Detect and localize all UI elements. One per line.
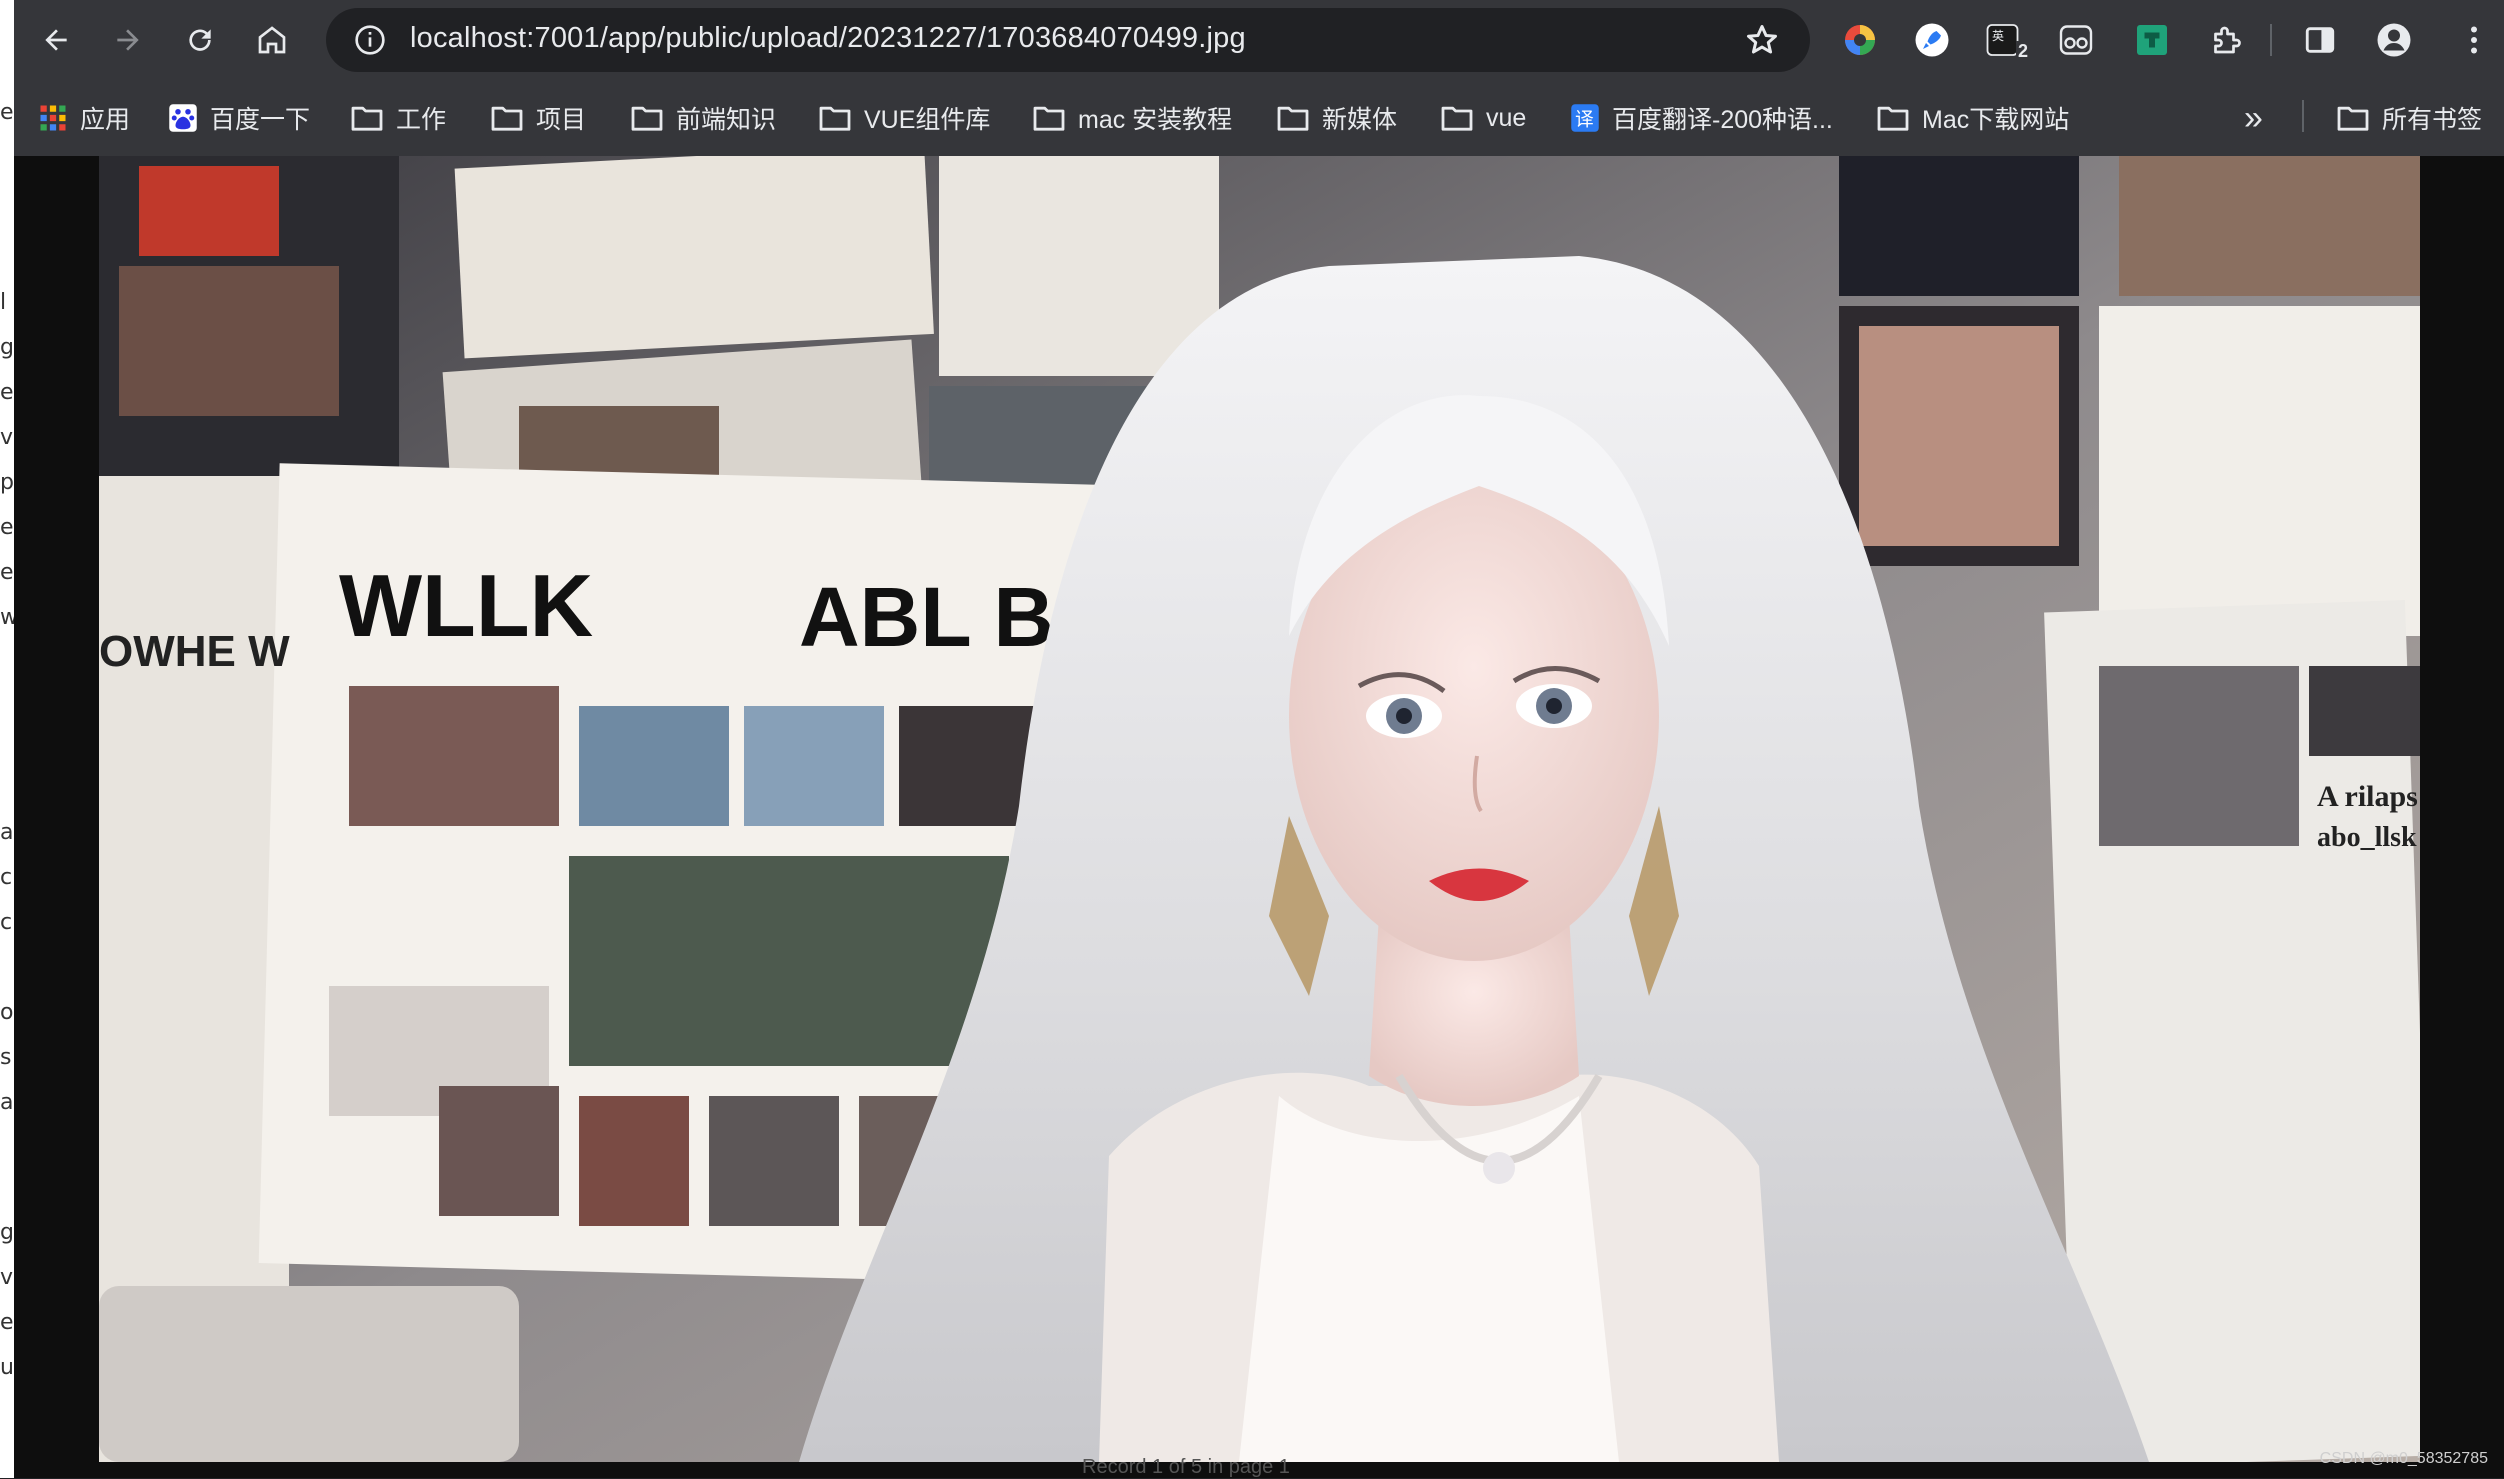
arrow-right-icon (117, 29, 139, 51)
all-bookmarks-button[interactable]: 所有书签 (2336, 98, 2482, 138)
bookmark-folder-mac-downloads[interactable]: Mac下载网站 (1876, 98, 2069, 138)
bookmark-label: VUE组件库 (864, 106, 991, 134)
folder-icon (631, 106, 663, 131)
extension-color-picker[interactable] (1840, 20, 1880, 60)
site-info-icon[interactable] (354, 24, 386, 56)
url-text[interactable]: localhost:7001/app/public/upload/2023122… (410, 22, 1246, 55)
bookmark-folder-vue-components[interactable]: VUE组件库 (818, 98, 990, 138)
color-wheel-icon (1845, 25, 1875, 55)
bookmark-label: 项目 (536, 106, 587, 134)
chevron-double-right-icon: » (2244, 98, 2263, 137)
headline-left: WLLK (339, 556, 593, 655)
folder-icon (491, 106, 523, 131)
watermark-text: CSDN @m0_58352785 (2319, 1450, 2488, 1467)
green-tool-icon (2137, 25, 2167, 55)
baidu-paw-icon (169, 104, 197, 132)
bookmark-folder-vue[interactable]: vue (1440, 98, 1526, 138)
home-icon (258, 26, 286, 54)
extensions-menu-button[interactable] (2206, 20, 2246, 60)
browser-window: localhost:7001/app/public/upload/2023122… (14, 0, 2504, 1478)
bookmark-label: 应用 (80, 106, 131, 134)
reload-button[interactable] (178, 18, 222, 62)
back-button[interactable] (34, 18, 78, 62)
bookmark-label: Mac下载网站 (1922, 106, 2070, 134)
profile-avatar-icon (2377, 23, 2411, 57)
svg-text:英: 英 (1992, 29, 2004, 43)
bookmark-folder-projects[interactable]: 项目 (490, 98, 586, 138)
extension-badge: 2 (2015, 41, 2030, 62)
image-viewer: WLLK ABL BFIAEI OWHE W A rilaps a abo_ll… (14, 156, 2504, 1478)
bookmark-label: 工作 (396, 106, 447, 134)
extension-cn-translate[interactable]: 英 2 (1982, 20, 2030, 62)
bookmark-label: vue (1486, 103, 1527, 132)
bookmarks-overflow-button[interactable]: » (2244, 98, 2263, 138)
extension-rocket[interactable] (1912, 20, 1952, 60)
right-paper-text-2: abo_llsk (2317, 822, 2417, 853)
background-window-edge: elg evp eew aicc osa gveu (0, 0, 15, 1478)
browser-toolbar: localhost:7001/app/public/upload/2023122… (14, 0, 2504, 80)
translate-icon: 译 (1571, 104, 1599, 132)
bookmarks-divider (2302, 100, 2304, 132)
toolbar-divider (2270, 24, 2272, 56)
bookmark-label: 百度翻译-200种语... (1612, 106, 1833, 134)
bookmark-label: 新媒体 (1322, 106, 1398, 134)
all-bookmarks-label: 所有书签 (2382, 106, 2483, 134)
rocket-icon (1915, 23, 1949, 57)
folder-icon (819, 106, 851, 131)
bookmark-folder-work[interactable]: 工作 (350, 98, 446, 138)
browser-menu-button[interactable] (2454, 20, 2494, 60)
side-panel-button[interactable] (2300, 20, 2340, 60)
bookmark-label: 前端知识 (676, 106, 777, 134)
folder-icon (1277, 106, 1309, 131)
extension-green-puzzle[interactable] (2132, 20, 2172, 60)
home-button[interactable] (250, 18, 294, 62)
folder-icon (351, 106, 383, 131)
puzzle-icon (2214, 26, 2241, 54)
bookmark-folder-frontend[interactable]: 前端知识 (630, 98, 776, 138)
folder-icon (1033, 106, 1065, 131)
address-bar[interactable]: localhost:7001/app/public/upload/2023122… (326, 8, 1810, 72)
svg-text:译: 译 (1575, 110, 1594, 131)
side-headline: OWHE W (99, 627, 290, 676)
bookmark-label: mac 安装教程 (1078, 106, 1233, 134)
bookmark-folder-new-media[interactable]: 新媒体 (1276, 98, 1397, 138)
profile-button[interactable] (2374, 20, 2414, 60)
bookmark-baidu-translate[interactable]: 译 百度翻译-200种语... (1570, 98, 1833, 138)
bookmark-baidu[interactable]: 百度一下 (168, 98, 310, 138)
folder-icon (1441, 106, 1473, 131)
reload-icon (189, 29, 211, 51)
forward-button[interactable] (106, 18, 150, 62)
apps-grid-icon (40, 105, 66, 131)
bookmark-label: 百度一下 (210, 106, 311, 134)
displayed-image[interactable]: WLLK ABL BFIAEI OWHE W A rilaps a abo_ll… (99, 156, 2420, 1462)
bookmark-star-icon[interactable] (1744, 22, 1780, 58)
bookmark-apps[interactable]: 应用 (38, 98, 130, 138)
glasses-icon (2059, 25, 2093, 55)
record-status-text: Record 1 of 5 in page 1 (1082, 1456, 1290, 1478)
bookmark-folder-mac-install[interactable]: mac 安装教程 (1032, 98, 1232, 138)
folder-icon (1877, 106, 1909, 131)
kebab-menu-icon (2471, 26, 2477, 54)
bookmarks-bar: 应用 百度一下 工作 项目 前端知识 VUE组件库 mac 安装教程 新媒体 v… (14, 80, 2504, 157)
right-paper-text: A rilaps a (2317, 780, 2420, 813)
extension-glasses[interactable] (2056, 20, 2096, 60)
folder-icon (2337, 106, 2369, 131)
arrow-left-icon (45, 29, 67, 51)
side-panel-icon (2305, 27, 2335, 53)
portrait-illustration: WLLK ABL BFIAEI OWHE W A rilaps a abo_ll… (99, 156, 2420, 1462)
